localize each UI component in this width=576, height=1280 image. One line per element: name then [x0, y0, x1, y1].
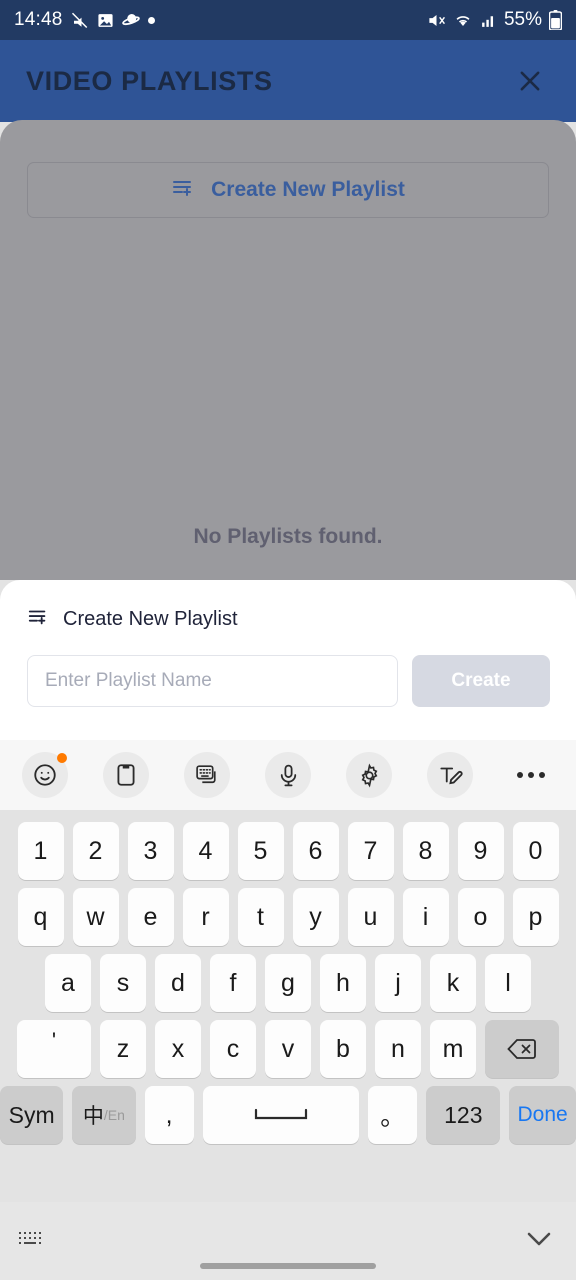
key-language-primary: 中 — [82, 1105, 104, 1128]
key-5[interactable]: 5 — [237, 822, 284, 880]
key-e[interactable]: e — [127, 888, 174, 946]
key-0[interactable]: 0 — [512, 822, 559, 880]
playlist-add-icon — [27, 606, 49, 633]
sheet-input-row: Create — [0, 633, 576, 707]
key-k[interactable]: k — [430, 954, 476, 1012]
image-icon — [97, 12, 114, 29]
key-j[interactable]: j — [375, 954, 421, 1012]
key-v[interactable]: v — [265, 1020, 311, 1078]
key-7[interactable]: 7 — [347, 822, 394, 880]
dot-icon — [147, 16, 155, 24]
key-w[interactable]: w — [72, 888, 119, 946]
keyboard-row-home: asdfghjkl — [0, 950, 576, 1016]
playlist-add-icon — [171, 176, 195, 205]
chevron-down-icon[interactable] — [524, 1228, 554, 1255]
sheet-title: Create New Playlist — [63, 608, 238, 630]
saturn-icon — [121, 11, 140, 29]
signal-icon — [480, 12, 497, 29]
key-language-switch[interactable]: 中 / En — [72, 1086, 136, 1144]
microphone-icon[interactable] — [265, 752, 311, 798]
no-sound-alert-icon — [71, 11, 89, 29]
backspace-icon[interactable] — [485, 1020, 559, 1078]
key-2[interactable]: 2 — [72, 822, 119, 880]
key-numeric[interactable]: 123 — [426, 1086, 501, 1144]
more-dot — [517, 772, 523, 778]
key-apostrophe[interactable]: ' — [17, 1020, 91, 1078]
key-9[interactable]: 9 — [457, 822, 504, 880]
key-4[interactable]: 4 — [182, 822, 229, 880]
key-symbols[interactable]: Sym — [0, 1086, 64, 1144]
key-i[interactable]: i — [402, 888, 449, 946]
key-8[interactable]: 8 — [402, 822, 449, 880]
more-dot — [539, 772, 545, 778]
mute-icon — [427, 11, 446, 30]
navigation-bar — [0, 1202, 576, 1280]
keyboard-row-function: Sym 中 / En , 。 123 Done — [0, 1082, 576, 1148]
key-f[interactable]: f — [210, 954, 256, 1012]
key-y[interactable]: y — [292, 888, 339, 946]
key-s[interactable]: s — [100, 954, 146, 1012]
space-bar-icon[interactable] — [202, 1086, 360, 1144]
gear-icon[interactable] — [346, 752, 392, 798]
screen: 14:48 55% VIDEO PLAYLISTS Create New Pla… — [0, 0, 576, 1280]
wifi-icon — [453, 11, 473, 30]
done-button[interactable]: Done — [509, 1086, 576, 1144]
key-l[interactable]: l — [485, 954, 531, 1012]
key-c[interactable]: c — [210, 1020, 256, 1078]
create-playlist-sheet: Create New Playlist Create — [0, 580, 576, 740]
key-comma[interactable]: , — [144, 1086, 194, 1144]
clipboard-icon[interactable] — [103, 752, 149, 798]
status-bar-left: 14:48 — [14, 9, 155, 31]
virtual-keyboard: 1234567890 qwertyuiop asdfghjkl ' zxcvbn… — [0, 810, 576, 1202]
more-dot — [528, 772, 534, 778]
key-t[interactable]: t — [237, 888, 284, 946]
key-z[interactable]: z — [100, 1020, 146, 1078]
emoji-icon[interactable] — [22, 752, 68, 798]
key-ideographic-period[interactable]: 。 — [368, 1086, 418, 1144]
close-icon[interactable] — [510, 61, 550, 101]
keyboard-row-bottom: ' zxcvbnm — [0, 1016, 576, 1082]
key-q[interactable]: q — [17, 888, 64, 946]
keyboard-row-top: qwertyuiop — [0, 884, 576, 950]
status-bar-clock: 14:48 — [14, 9, 63, 30]
page-title: VIDEO PLAYLISTS — [26, 65, 273, 96]
keyboard-switch-icon[interactable] — [184, 752, 230, 798]
emoji-badge — [57, 753, 67, 763]
key-6[interactable]: 6 — [292, 822, 339, 880]
key-u[interactable]: u — [347, 888, 394, 946]
playlist-name-input[interactable] — [27, 655, 398, 707]
keyboard-layout-icon[interactable] — [18, 1230, 44, 1255]
handwriting-icon[interactable] — [427, 752, 473, 798]
key-3[interactable]: 3 — [127, 822, 174, 880]
home-indicator[interactable] — [200, 1263, 376, 1269]
key-n[interactable]: n — [375, 1020, 421, 1078]
key-g[interactable]: g — [265, 954, 311, 1012]
key-r[interactable]: r — [182, 888, 229, 946]
key-language-secondary: En — [107, 1107, 125, 1123]
battery-icon — [549, 10, 562, 30]
key-d[interactable]: d — [155, 954, 201, 1012]
key-m[interactable]: m — [430, 1020, 476, 1078]
key-p[interactable]: p — [512, 888, 559, 946]
create-new-playlist-button[interactable]: Create New Playlist — [27, 162, 549, 218]
status-bar: 14:48 55% — [0, 0, 576, 40]
key-x[interactable]: x — [155, 1020, 201, 1078]
key-h[interactable]: h — [320, 954, 366, 1012]
sheet-header: Create New Playlist — [0, 580, 576, 633]
more-icon[interactable] — [508, 752, 554, 798]
key-o[interactable]: o — [457, 888, 504, 946]
playlist-content-panel: Create New Playlist No Playlists found. — [0, 120, 576, 580]
keyboard-toolbar — [0, 740, 576, 810]
key-a[interactable]: a — [45, 954, 91, 1012]
key-1[interactable]: 1 — [17, 822, 64, 880]
battery-percent: 55% — [503, 9, 542, 30]
empty-state-text: No Playlists found. — [193, 525, 383, 548]
create-new-playlist-label: Create New Playlist — [211, 178, 405, 201]
keyboard-row-numbers: 1234567890 — [0, 818, 576, 884]
app-header: VIDEO PLAYLISTS — [0, 40, 576, 122]
create-button[interactable]: Create — [412, 655, 550, 707]
key-b[interactable]: b — [320, 1020, 366, 1078]
status-bar-right: 55% — [427, 9, 562, 31]
